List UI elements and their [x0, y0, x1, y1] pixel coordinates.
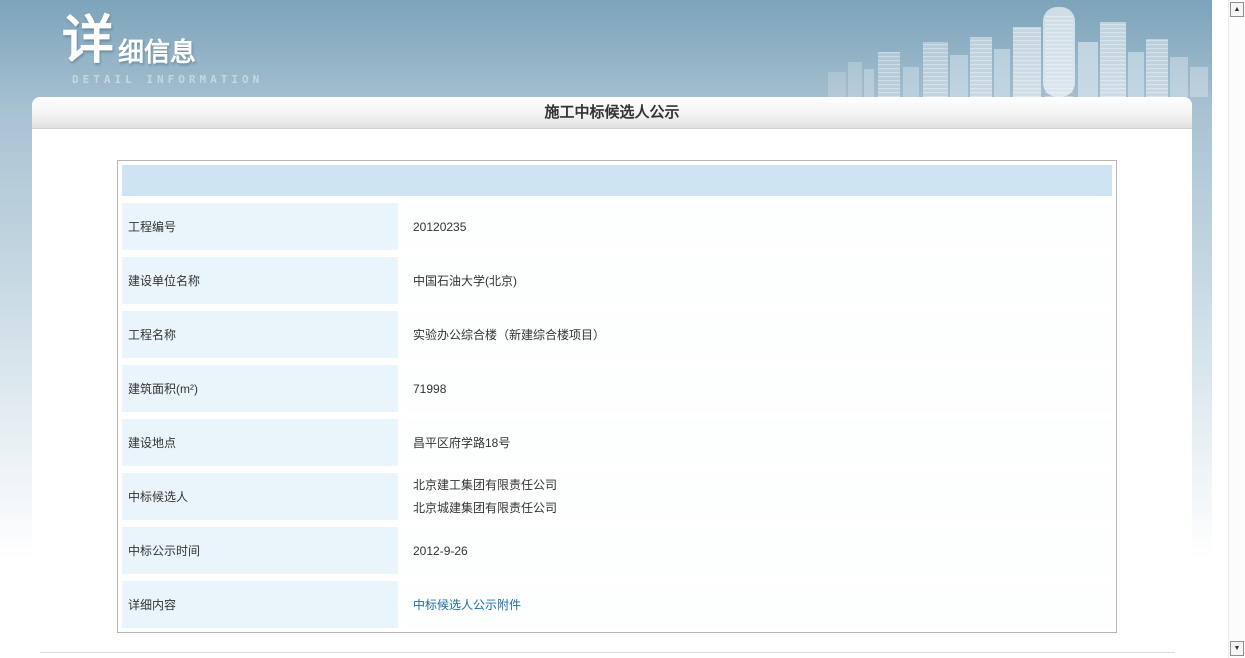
row-label: 建筑面积(m²) — [122, 365, 398, 412]
row-value: 中国石油大学(北京) — [402, 257, 1112, 304]
table-row: 中标公示时间 2012-9-26 — [122, 527, 1112, 574]
detail-table: 工程编号 20120235 建设单位名称 中国石油大学(北京) 工程名称 实验办… — [117, 160, 1117, 633]
attachment-link[interactable]: 中标候选人公示附件 — [413, 596, 1112, 613]
row-label: 工程名称 — [122, 311, 398, 358]
banner-title-small: 细信息 — [118, 37, 196, 68]
row-value: 实验办公综合楼（新建综合楼项目） — [402, 311, 1112, 358]
table-row: 建设单位名称 中国石油大学(北京) — [122, 257, 1112, 304]
row-value: 中标候选人公示附件 — [402, 581, 1112, 628]
row-label: 工程编号 — [122, 203, 398, 250]
right-gutter — [1212, 0, 1228, 658]
page: 详 细信息 DETAIL INFORMATION 施工中标候选人公示 工程编号 … — [0, 0, 1245, 658]
row-label: 建设单位名称 — [122, 257, 398, 304]
row-value: 昌平区府学路18号 — [402, 419, 1112, 466]
scroll-down-icon: ▼ — [1234, 645, 1241, 652]
row-value-line: 北京建工集团有限责任公司 — [413, 474, 1112, 497]
scroll-up-button[interactable]: ▲ — [1230, 2, 1244, 17]
table-row: 详细内容 中标候选人公示附件 — [122, 581, 1112, 628]
row-value: 北京建工集团有限责任公司北京城建集团有限责任公司 — [402, 473, 1112, 520]
row-value: 2012-9-26 — [402, 527, 1112, 574]
table-row: 工程编号 20120235 — [122, 203, 1112, 250]
vertical-scrollbar[interactable]: ▲ ▼ — [1228, 0, 1245, 658]
row-label: 建设地点 — [122, 419, 398, 466]
table-row: 建设地点 昌平区府学路18号 — [122, 419, 1112, 466]
row-label: 详细内容 — [122, 581, 398, 628]
page-title-bar: 施工中标候选人公示 — [32, 97, 1192, 129]
page-title: 施工中标候选人公示 — [544, 104, 679, 121]
city-skyline-illustration — [828, 0, 1212, 97]
banner-logo: 详 细信息 DETAIL INFORMATION — [62, 14, 263, 86]
table-row: 中标候选人 北京建工集团有限责任公司北京城建集团有限责任公司 — [122, 473, 1112, 520]
row-label: 中标公示时间 — [122, 527, 398, 574]
row-value-line: 北京城建集团有限责任公司 — [413, 497, 1112, 520]
footer-divider — [40, 652, 1175, 653]
table-header-band — [122, 165, 1112, 196]
scroll-up-icon: ▲ — [1234, 6, 1241, 13]
detail-table-body: 工程编号 20120235 建设单位名称 中国石油大学(北京) 工程名称 实验办… — [122, 203, 1112, 628]
banner-subtitle: DETAIL INFORMATION — [72, 73, 263, 86]
row-label: 中标候选人 — [122, 473, 398, 520]
row-value: 71998 — [402, 365, 1112, 412]
table-row: 建筑面积(m²) 71998 — [122, 365, 1112, 412]
row-value: 20120235 — [402, 203, 1112, 250]
scroll-down-button[interactable]: ▼ — [1230, 641, 1244, 656]
content-panel: 施工中标候选人公示 工程编号 20120235 建设单位名称 中国石油大学(北京… — [32, 97, 1192, 658]
banner-title-big: 详 — [62, 14, 114, 69]
table-row: 工程名称 实验办公综合楼（新建综合楼项目） — [122, 311, 1112, 358]
